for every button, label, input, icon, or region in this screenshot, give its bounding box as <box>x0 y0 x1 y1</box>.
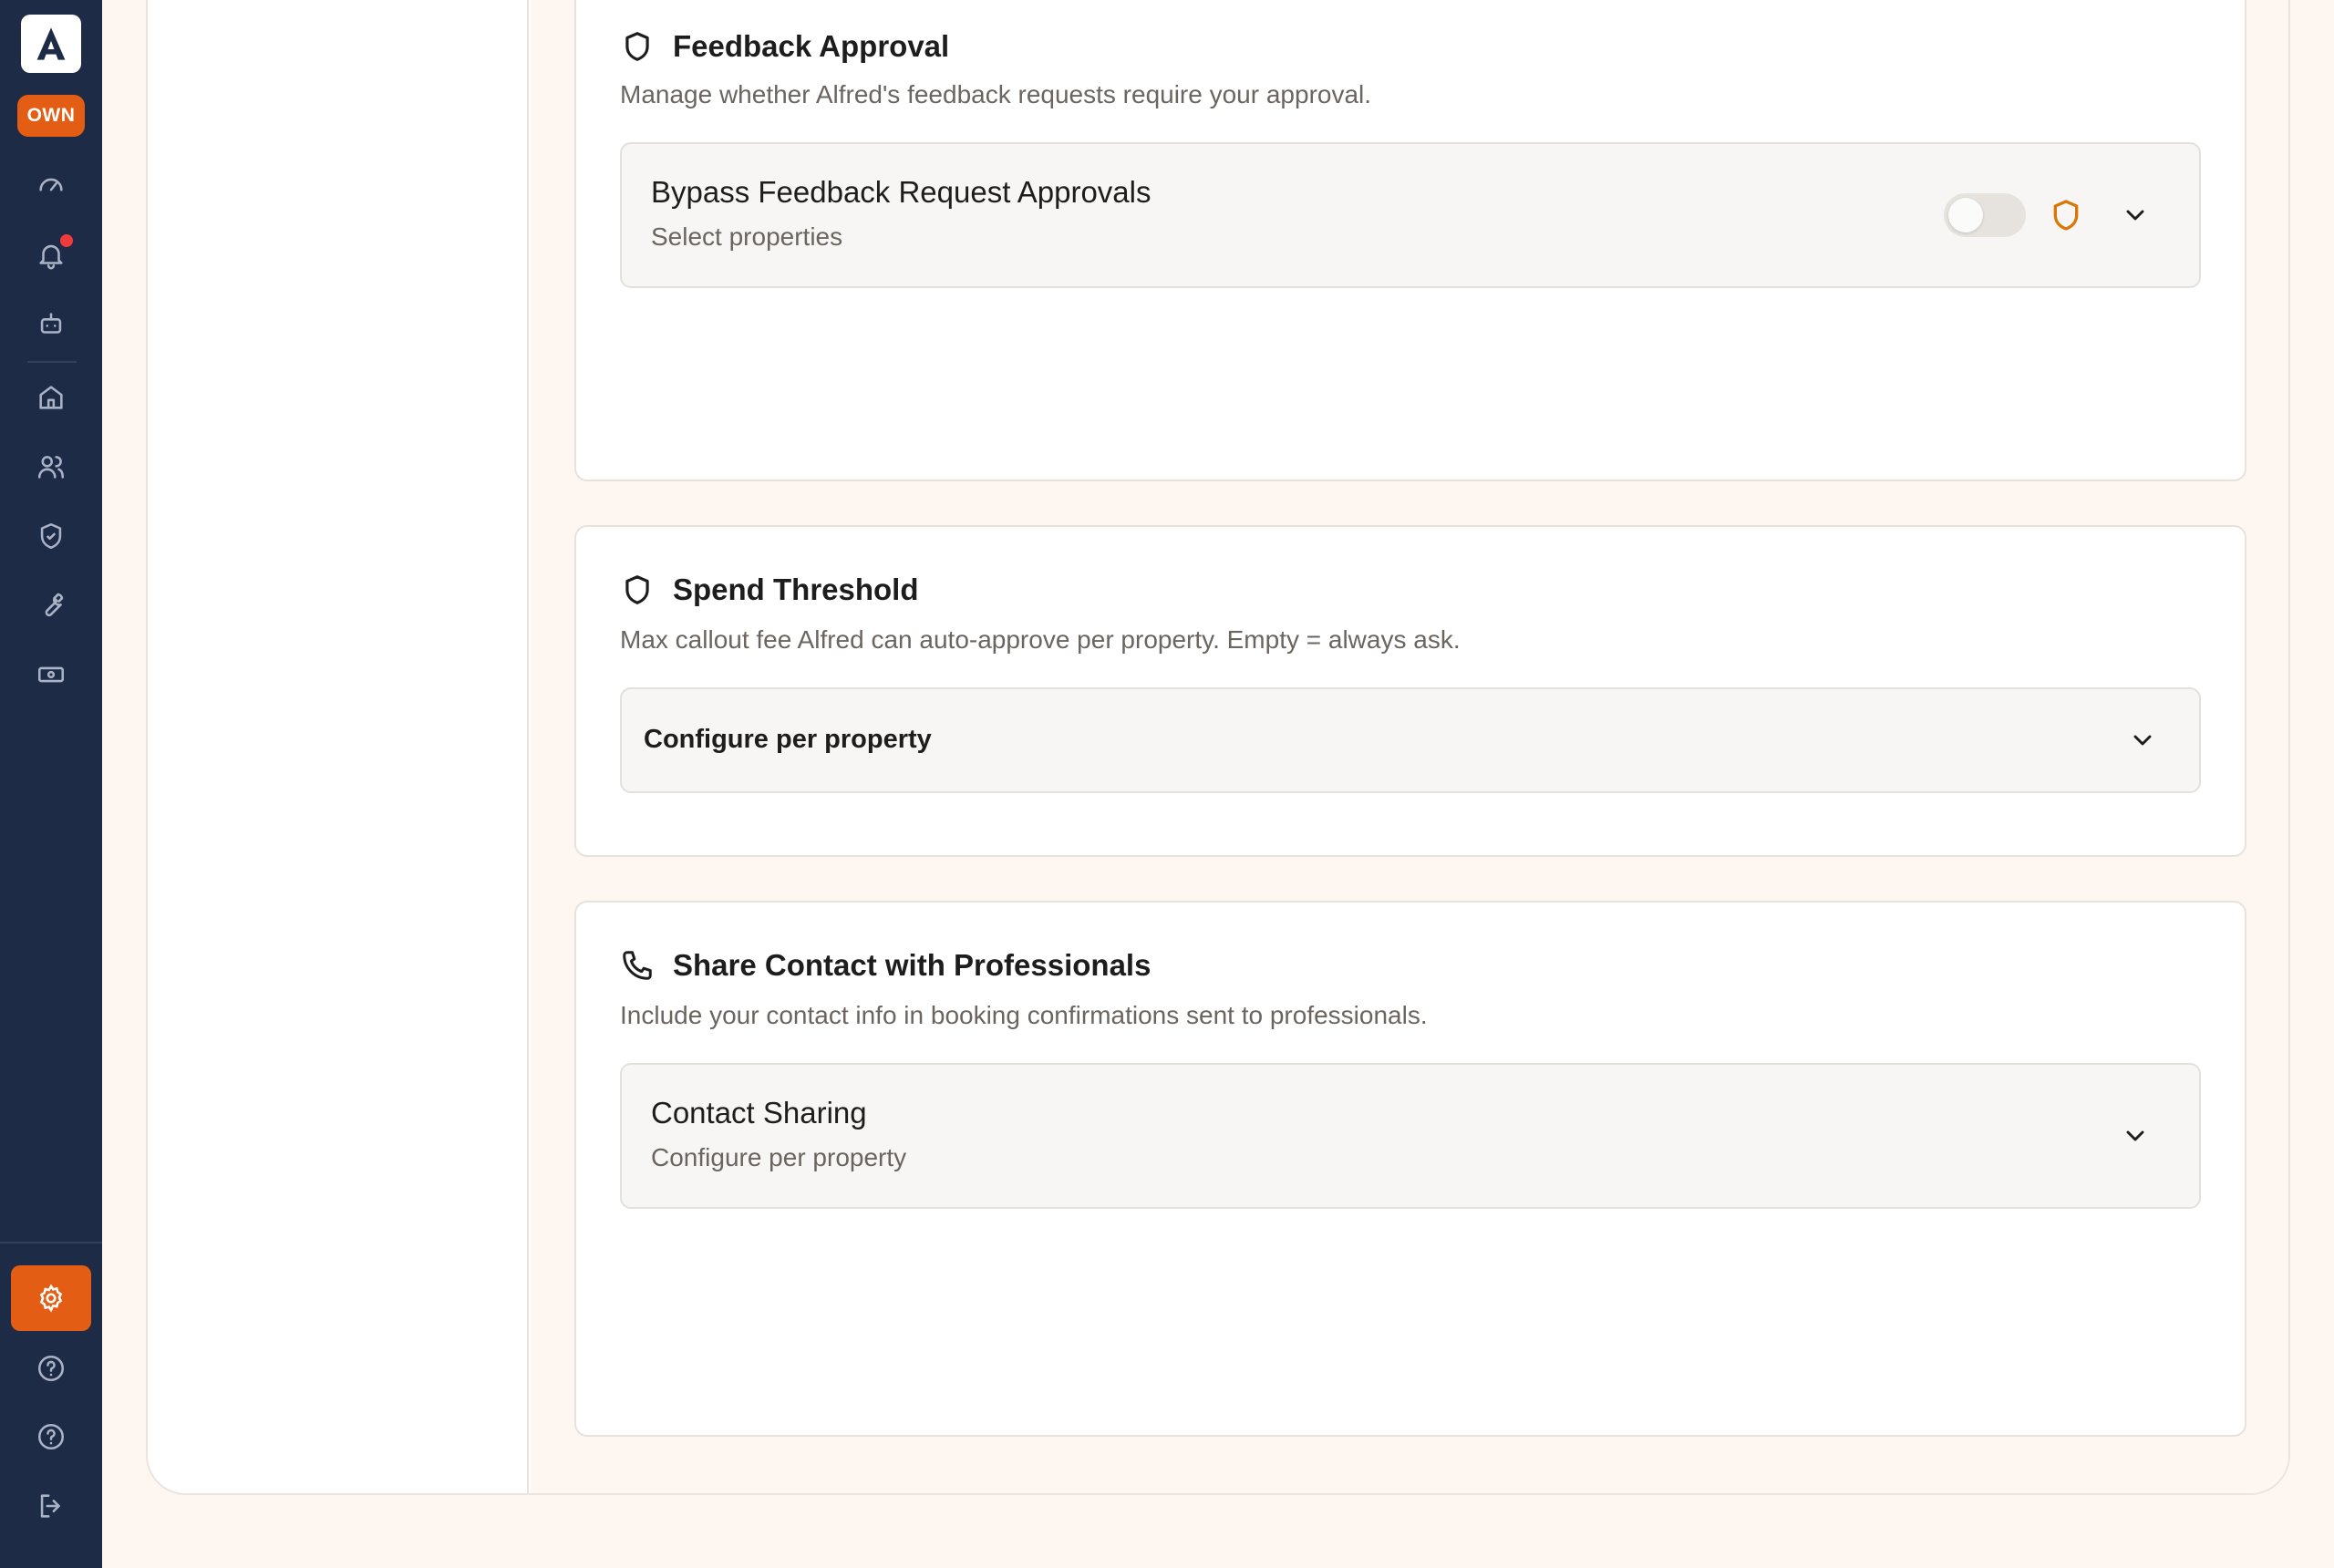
row-subtitle: Configure per property <box>651 1143 907 1171</box>
help-circle-icon[interactable] <box>29 1346 73 1390</box>
bypass-approvals-toggle[interactable] <box>1944 193 2026 237</box>
help-circle-icon[interactable] <box>29 1415 73 1459</box>
section-header: Share Contact with Professionals <box>620 948 1151 983</box>
shield-icon <box>2053 200 2079 231</box>
shield-check-icon[interactable] <box>29 514 73 558</box>
section-description: Max callout fee Alfred can auto-approve … <box>620 625 1461 654</box>
logout-icon[interactable] <box>29 1484 73 1528</box>
chevron-down-icon[interactable] <box>2121 1121 2150 1150</box>
phone-icon <box>623 951 652 980</box>
share-contact-section: Share Contact with Professionals Include… <box>574 901 2246 1437</box>
sidebar: OWN <box>0 0 102 1568</box>
chevron-down-icon[interactable] <box>2121 201 2150 230</box>
bypass-approvals-row[interactable]: Bypass Feedback Request Approvals Select… <box>620 142 2201 288</box>
settings-nav-panel <box>148 0 529 1493</box>
section-title: Feedback Approval <box>673 29 950 63</box>
notification-dot <box>57 232 76 250</box>
ticket-icon[interactable] <box>29 653 73 696</box>
row-label: Configure per property <box>644 725 932 754</box>
alfred-logo-icon[interactable] <box>21 15 81 73</box>
section-title: Share Contact with Professionals <box>673 948 1152 982</box>
users-icon[interactable] <box>29 445 73 489</box>
home-icon[interactable] <box>29 376 73 419</box>
settings-card: Feedback Approval Manage whether Alfred'… <box>146 0 2290 1495</box>
section-description: Include your contact info in booking con… <box>620 1001 1428 1029</box>
section-header: Feedback Approval <box>620 29 949 64</box>
dashboard-gauge-icon[interactable] <box>29 164 73 208</box>
row-title: Bypass Feedback Request Approvals <box>651 175 1152 209</box>
settings-content: Feedback Approval Manage whether Alfred'… <box>531 0 2288 1493</box>
contact-sharing-row[interactable]: Contact Sharing Configure per property <box>620 1063 2201 1209</box>
section-header: Spend Threshold <box>620 573 919 607</box>
section-title: Spend Threshold <box>673 573 919 606</box>
configure-per-property-row[interactable]: Configure per property <box>620 687 2201 793</box>
role-badge[interactable]: OWN <box>17 95 85 137</box>
wrench-icon[interactable] <box>29 583 73 627</box>
shield-icon <box>625 32 649 61</box>
bot-icon[interactable] <box>29 303 73 346</box>
gear-icon[interactable] <box>11 1265 91 1331</box>
row-subtitle: Select properties <box>651 222 843 251</box>
spend-threshold-section: Spend Threshold Max callout fee Alfred c… <box>574 525 2246 857</box>
shield-icon <box>625 575 649 604</box>
section-description: Manage whether Alfred's feedback request… <box>620 80 1372 108</box>
chevron-down-icon[interactable] <box>2128 726 2157 755</box>
sidebar-divider <box>27 361 77 363</box>
feedback-approval-section: Feedback Approval Manage whether Alfred'… <box>574 0 2246 481</box>
sidebar-divider-bottom <box>0 1242 102 1243</box>
row-title: Contact Sharing <box>651 1096 867 1130</box>
